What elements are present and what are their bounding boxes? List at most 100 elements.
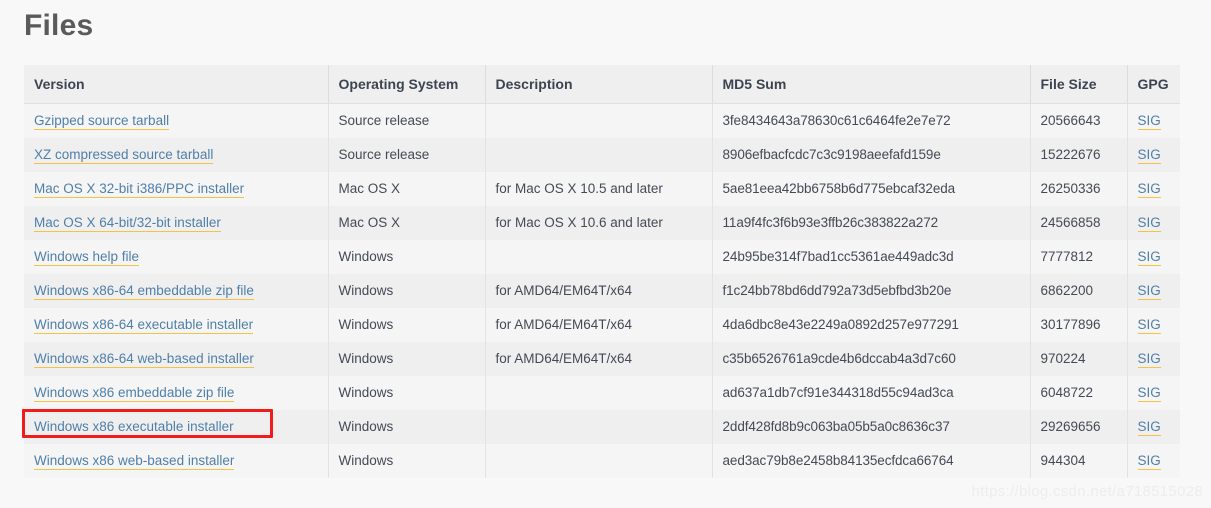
gpg-sig-link[interactable]: SIG [1137,215,1161,232]
cell-operating-system: Windows [328,375,486,410]
files-table-container: Version Operating System Description MD5… [24,65,1180,478]
cell-md5-sum: 24b95be314f7bad1cc5361ae449adc3d [712,239,1031,274]
cell-version: Mac OS X 64-bit/32-bit installer [24,205,329,240]
gpg-sig-link[interactable]: SIG [1137,283,1161,300]
gpg-sig-link[interactable]: SIG [1137,317,1161,334]
version-download-link[interactable]: Windows x86-64 embeddable zip file [34,283,254,300]
cell-version: Windows x86 executable installer [24,409,329,444]
cell-md5-sum: 8906efbacfcdc7c3c9198aeefafd159e [712,137,1031,172]
gpg-sig-link[interactable]: SIG [1137,385,1161,402]
cell-description: for AMD64/EM64T/x64 [485,307,713,342]
cell-gpg: SIG [1127,171,1180,206]
column-header-md5: MD5 Sum [712,65,1031,104]
cell-md5-sum: 11a9f4fc3f6b93e3ffb26c383822a272 [712,205,1031,240]
cell-gpg: SIG [1127,205,1180,240]
cell-gpg: SIG [1127,341,1180,376]
cell-version: Windows x86-64 executable installer [24,307,329,342]
cell-file-size: 24566858 [1030,205,1128,240]
cell-md5-sum: 5ae81eea42bb6758b6d775ebcaf32eda [712,171,1031,206]
cell-gpg: SIG [1127,443,1180,478]
table-row: Gzipped source tarball Source release 3fe8… [24,103,1180,138]
gpg-sig-link[interactable]: SIG [1137,453,1161,470]
cell-operating-system: Windows [328,409,486,444]
cell-md5-sum: f1c24bb78bd6dd792a73d5ebfbd3b20e [712,273,1031,308]
table-row: Windows help file Windows 24b95be314f7bad1… [24,239,1180,274]
gpg-sig-link[interactable]: SIG [1137,181,1161,198]
column-header-description: Description [485,65,713,104]
cell-md5-sum: c35b6526761a9cde4b6dccab4a3d7c60 [712,341,1031,376]
column-header-version: Version [24,65,329,104]
cell-file-size: 30177896 [1030,307,1128,342]
cell-description [485,409,713,444]
cell-file-size: 7777812 [1030,239,1128,274]
cell-version: Mac OS X 32-bit i386/PPC installer [24,171,329,206]
cell-gpg: SIG [1127,137,1180,172]
version-download-link[interactable]: Windows x86-64 executable installer [34,317,254,334]
table-row: Windows x86 embeddable zip file Windows ad… [24,375,1180,410]
watermark: https://blog.csdn.net/a718515028 [971,483,1203,500]
cell-operating-system: Windows [328,239,486,274]
gpg-sig-link[interactable]: SIG [1137,419,1161,436]
cell-version: Windows x86-64 embeddable zip file [24,273,329,308]
cell-operating-system: Windows [328,341,486,376]
cell-version: Gzipped source tarball [24,103,329,138]
version-download-link[interactable]: Mac OS X 64-bit/32-bit installer [34,215,221,232]
cell-file-size: 15222676 [1030,137,1128,172]
cell-operating-system: Source release [328,103,486,138]
cell-version: Windows x86-64 web-based installer [24,341,329,376]
column-header-size: File Size [1030,65,1128,104]
cell-operating-system: Source release [328,137,486,172]
version-download-link[interactable]: Windows x86 web-based installer [34,453,235,470]
cell-version: Windows x86 embeddable zip file [24,375,329,410]
cell-md5-sum: 2ddf428fd8b9c063ba05b5a0c8636c37 [712,409,1031,444]
cell-file-size: 6048722 [1030,375,1128,410]
files-table-body: Gzipped source tarball Source release 3fe8… [24,103,1180,478]
table-row: Windows x86 web-based installer Windows ae… [24,443,1180,478]
cell-gpg: SIG [1127,375,1180,410]
version-download-link[interactable]: Gzipped source tarball [34,113,170,131]
gpg-sig-link[interactable]: SIG [1137,113,1161,131]
cell-file-size: 6862200 [1030,273,1128,308]
cell-file-size: 29269656 [1030,409,1128,444]
cell-file-size: 970224 [1030,341,1128,376]
version-download-link[interactable]: Windows help file [34,249,140,266]
cell-description [485,239,713,274]
cell-description [485,137,713,172]
cell-gpg: SIG [1127,239,1180,274]
version-download-link[interactable]: XZ compressed source tarball [34,147,214,164]
version-download-link[interactable]: Windows x86 executable installer [34,419,234,436]
cell-md5-sum: ad637a1db7cf91e344318d55c94ad3ca [712,375,1031,410]
cell-description [485,375,713,410]
table-row: XZ compressed source tarball Source relea… [24,137,1180,172]
gpg-sig-link[interactable]: SIG [1137,147,1161,164]
cell-operating-system: Mac OS X [328,171,486,206]
table-row: Mac OS X 64-bit/32-bit installer Mac OS X… [24,205,1180,240]
cell-md5-sum: 4da6dbc8e43e2249a0892d257e977291 [712,307,1031,342]
gpg-sig-link[interactable]: SIG [1137,351,1161,368]
table-header-row: Version Operating System Description MD5… [24,65,1180,104]
page-title: Files [24,9,94,42]
cell-description: for Mac OS X 10.5 and later [485,171,713,206]
version-download-link[interactable]: Windows x86-64 web-based installer [34,351,254,368]
files-table-header: Version Operating System Description MD5… [24,65,1180,104]
version-download-link[interactable]: Mac OS X 32-bit i386/PPC installer [34,181,245,198]
cell-md5-sum: aed3ac79b8e2458b84135ecfdca66764 [712,443,1031,478]
gpg-sig-link[interactable]: SIG [1137,249,1161,266]
cell-description: for AMD64/EM64T/x64 [485,273,713,308]
cell-operating-system: Windows [328,307,486,342]
cell-file-size: 26250336 [1030,171,1128,206]
cell-version: XZ compressed source tarball [24,137,329,172]
version-download-link[interactable]: Windows x86 embeddable zip file [34,385,235,402]
table-row: Windows x86-64 web-based installer Window… [24,341,1180,376]
cell-md5-sum: 3fe8434643a78630c61c6464fe2e7e72 [712,103,1031,138]
cell-description [485,443,713,478]
cell-description: for Mac OS X 10.6 and later [485,205,713,240]
cell-operating-system: Windows [328,273,486,308]
cell-gpg: SIG [1127,307,1180,342]
cell-version: Windows help file [24,239,329,274]
table-row: Windows x86 executable installer Windows 2… [24,409,1180,444]
files-table: Version Operating System Description MD5… [24,65,1180,478]
column-header-gpg: GPG [1127,65,1180,104]
table-row: Mac OS X 32-bit i386/PPC installer Mac OS… [24,171,1180,206]
files-page: Files Version Operating System Descripti… [0,0,1211,508]
